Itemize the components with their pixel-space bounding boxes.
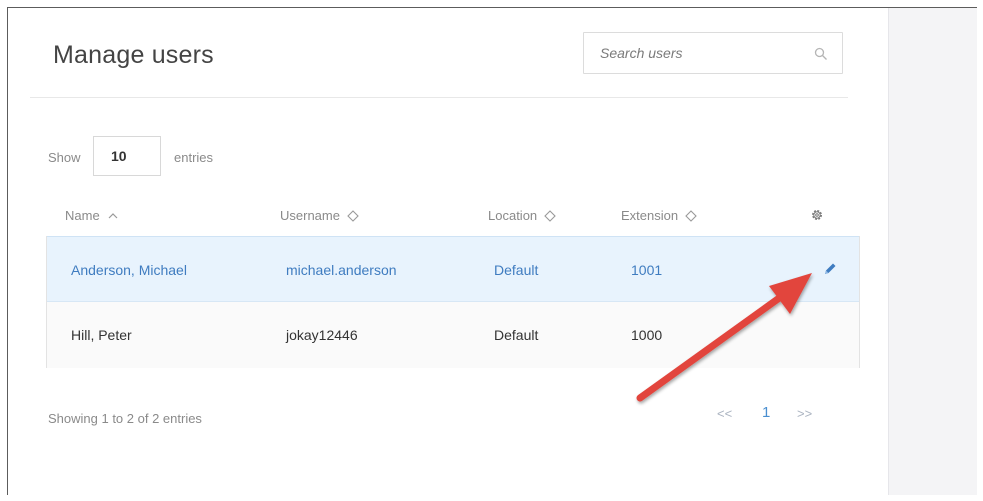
table-row[interactable]: Hill, Peter jokay12446 Default 1000 bbox=[47, 302, 859, 368]
cell-location: Default bbox=[494, 327, 539, 343]
sort-unsorted-icon bbox=[347, 209, 359, 222]
entries-per-page-input[interactable] bbox=[94, 137, 160, 175]
app-window: Manage users Show entries Name Username … bbox=[7, 7, 977, 495]
show-label: Show bbox=[48, 150, 81, 165]
pagination-next[interactable]: >> bbox=[797, 406, 812, 421]
column-header-location[interactable]: Location bbox=[488, 208, 556, 223]
cell-extension: 1000 bbox=[631, 327, 663, 343]
cell-username: jokay12446 bbox=[286, 327, 358, 343]
cell-extension[interactable]: 1001 bbox=[631, 262, 662, 278]
sort-ascending-icon bbox=[107, 210, 119, 222]
cell-name: Hill, Peter bbox=[71, 327, 132, 343]
column-header-label: Extension bbox=[621, 208, 679, 223]
right-side-panel bbox=[888, 8, 977, 495]
sort-unsorted-icon bbox=[544, 209, 556, 222]
pagination-previous[interactable]: << bbox=[717, 406, 732, 421]
header-divider bbox=[30, 97, 848, 98]
column-header-label: Username bbox=[280, 208, 340, 223]
cell-name[interactable]: Anderson, Michael bbox=[71, 262, 187, 278]
entries-per-page-select[interactable] bbox=[93, 136, 161, 176]
cell-username[interactable]: michael.anderson bbox=[286, 262, 397, 278]
cell-location[interactable]: Default bbox=[494, 262, 538, 278]
sort-unsorted-icon bbox=[685, 209, 697, 222]
page-title: Manage users bbox=[53, 41, 214, 69]
pagination-page-1[interactable]: 1 bbox=[762, 404, 770, 421]
column-header-name[interactable]: Name bbox=[65, 208, 119, 223]
search-box[interactable] bbox=[583, 32, 843, 74]
column-header-username[interactable]: Username bbox=[280, 208, 359, 223]
table-row[interactable]: Anderson, Michael michael.anderson Defau… bbox=[47, 236, 859, 302]
search-input[interactable] bbox=[592, 33, 802, 73]
column-header-label: Name bbox=[65, 208, 100, 223]
table-info: Showing 1 to 2 of 2 entries bbox=[48, 411, 202, 426]
users-table: Anderson, Michael michael.anderson Defau… bbox=[46, 236, 860, 368]
pencil-icon[interactable] bbox=[822, 261, 838, 277]
column-header-label: Location bbox=[488, 208, 538, 223]
column-header-extension[interactable]: Extension bbox=[621, 208, 697, 223]
entries-label: entries bbox=[174, 150, 214, 165]
gear-icon[interactable] bbox=[810, 208, 824, 222]
search-icon[interactable] bbox=[814, 47, 828, 61]
